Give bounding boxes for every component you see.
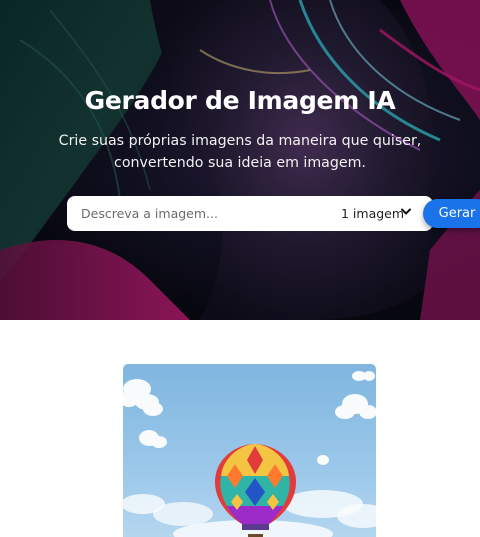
image-count-select[interactable]: 1 imagem (337, 204, 415, 224)
hot-air-balloon-image (123, 371, 376, 537)
generated-image-card[interactable] (123, 364, 376, 537)
chevron-down-icon (401, 208, 411, 215)
page-title: Gerador de Imagem IA (84, 86, 396, 115)
hero-subtitle-line-2: convertendo sua ideia em imagem. (114, 155, 366, 171)
hero-subtitle-line-1: Crie suas próprias imagens da maneira qu… (58, 133, 422, 149)
generate-form: 1 imagem Gerar (67, 196, 480, 231)
generate-button[interactable]: Gerar (423, 199, 480, 228)
prompt-input[interactable] (67, 196, 267, 231)
hero-subtitle: Crie suas próprias imagens da maneira qu… (40, 130, 440, 174)
image-count-selected: 1 imagem (341, 206, 405, 221)
hero-section: Gerador de Imagem IA Crie suas próprias … (0, 0, 480, 320)
